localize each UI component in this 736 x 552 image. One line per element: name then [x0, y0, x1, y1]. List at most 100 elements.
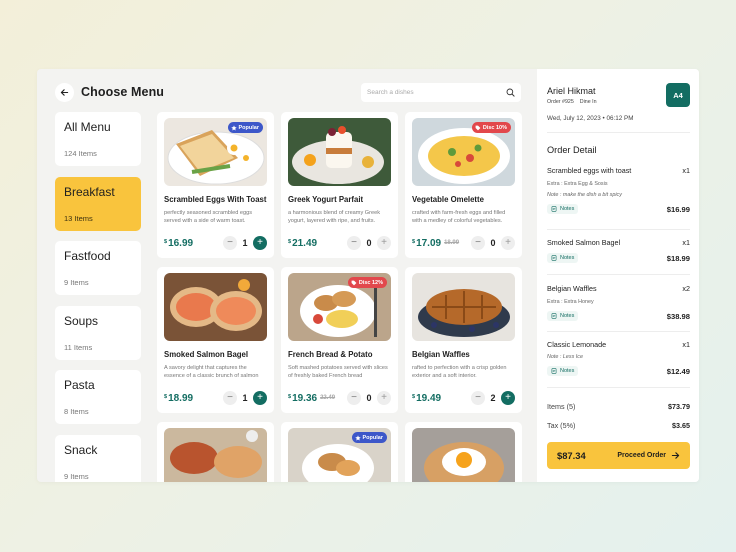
- parfait-image-icon: [292, 126, 384, 184]
- arrow-left-icon: [60, 89, 69, 96]
- card-footer: $19.36 22.49 − 0 +: [288, 390, 391, 406]
- dish-price: $17.09 18.99: [412, 238, 459, 249]
- dish-image: Popular: [288, 428, 391, 482]
- order-item: Smoked Salmon Bagel x1 Notes $18.99: [547, 238, 690, 263]
- price-value: 21.49: [292, 237, 318, 249]
- menu-card[interactable]: Smoked Salmon Bagel A savory delight tha…: [157, 267, 274, 413]
- order-item-footer: Notes $38.98: [547, 311, 690, 321]
- dish-description: A savory delight that captures the essen…: [164, 365, 259, 379]
- order-item-price: $18.99: [666, 253, 690, 263]
- card-footer: $16.99 − 1 +: [164, 235, 267, 251]
- order-item-extra: Extra : Extra Honey: [547, 299, 594, 305]
- minus-icon: −: [351, 237, 357, 248]
- notes-label: Notes: [560, 206, 575, 212]
- notes-button[interactable]: Notes: [547, 311, 579, 321]
- notes-label: Notes: [560, 255, 575, 261]
- badge-label: Popular: [362, 434, 383, 441]
- search-input[interactable]: [367, 89, 506, 96]
- order-item-name: Smoked Salmon Bagel: [547, 238, 621, 247]
- plus-button[interactable]: +: [377, 391, 391, 405]
- category-count: 9 Items: [64, 278, 89, 287]
- currency-symbol: $: [412, 393, 416, 400]
- category-all-menu[interactable]: All Menu 124 Items: [55, 112, 141, 166]
- order-meta: Order #925 Dine In: [547, 99, 597, 105]
- badge-label: Popular: [238, 124, 259, 131]
- dish-name: French Bread & Potato: [288, 350, 373, 359]
- popular-badge: Popular: [227, 122, 263, 133]
- quantity-value: 2: [490, 393, 496, 403]
- minus-button[interactable]: −: [223, 236, 237, 250]
- order-item-price: $16.99: [666, 204, 690, 214]
- dish-description: perfectly seasoned scrambled eggs served…: [164, 210, 252, 224]
- sandwich-image-icon: [170, 430, 262, 478]
- category-pasta[interactable]: Pasta 8 Items: [55, 370, 141, 424]
- tag-icon: [475, 125, 481, 130]
- order-panel: Ariel Hikmat Order #925 Dine In A4 Wed, J…: [537, 69, 699, 482]
- quantity-value: 0: [366, 393, 372, 403]
- category-fastfood[interactable]: Fastfood 9 Items: [55, 241, 141, 295]
- plus-button[interactable]: +: [501, 391, 515, 405]
- category-name: Snack: [64, 442, 98, 457]
- minus-button[interactable]: −: [471, 236, 485, 250]
- price-value: 19.36: [292, 392, 318, 404]
- notes-button[interactable]: Notes: [547, 366, 579, 376]
- menu-card[interactable]: Disc 10% Vegetable Omelette crafted with…: [405, 112, 522, 258]
- avatar[interactable]: A4: [666, 83, 690, 107]
- minus-button[interactable]: −: [347, 236, 361, 250]
- dish-image: [288, 118, 391, 186]
- plus-icon: +: [505, 237, 511, 248]
- order-item-qty: x1: [682, 166, 690, 175]
- discount-badge: Disc 10%: [471, 122, 511, 133]
- grand-total: $87.34: [557, 450, 586, 461]
- items-label: Items (5): [547, 402, 576, 411]
- plus-button[interactable]: +: [377, 236, 391, 250]
- page-title: Choose Menu: [81, 85, 165, 99]
- items-summary-row: Items (5) $73.79: [547, 402, 690, 411]
- category-count: 13 Items: [64, 213, 93, 223]
- minus-button[interactable]: −: [471, 391, 485, 405]
- badge-label: Disc 12%: [358, 279, 383, 286]
- category-name: Fastfood: [64, 249, 111, 263]
- currency-symbol: $: [288, 238, 292, 245]
- menu-card[interactable]: Disc 12% French Bread & Potato Soft mash…: [281, 267, 398, 413]
- category-soups[interactable]: Soups 11 Items: [55, 305, 141, 360]
- plus-button[interactable]: +: [253, 236, 267, 250]
- dish-name: Greek Yogurt Parfait: [288, 195, 364, 204]
- dish-description: crafted with farm-fresh eggs and filled …: [412, 210, 506, 224]
- search-icon[interactable]: [506, 88, 515, 97]
- menu-card[interactable]: [405, 422, 522, 482]
- plus-icon: +: [381, 392, 387, 403]
- card-footer: $21.49 − 0 +: [288, 235, 391, 251]
- dish-image: Disc 10%: [412, 118, 515, 186]
- notes-button[interactable]: Notes: [547, 253, 579, 263]
- minus-button[interactable]: −: [347, 391, 361, 405]
- price-value: 19.49: [416, 392, 442, 404]
- divider: [547, 132, 690, 133]
- order-item-name: Scrambled eggs with toast: [547, 166, 632, 175]
- menu-card[interactable]: Popular Scrambled Eggs With Toast perfec…: [157, 112, 274, 258]
- back-button[interactable]: [55, 83, 74, 102]
- order-item-note: Note : make the dish a bit spicy: [547, 192, 622, 198]
- search-box[interactable]: [361, 83, 521, 102]
- dish-name: Smoked Salmon Bagel: [164, 350, 249, 359]
- quantity-stepper: − 0 +: [347, 236, 391, 250]
- egg-toast-image-icon: [424, 442, 504, 482]
- menu-card[interactable]: [157, 422, 274, 482]
- order-item-price: $38.98: [666, 311, 690, 321]
- menu-card[interactable]: Popular: [281, 422, 398, 482]
- currency-symbol: $: [288, 393, 292, 400]
- order-item-note: Note : Less Ice: [547, 354, 583, 360]
- proceed-order-button[interactable]: $87.34 Proceed Order: [547, 442, 690, 469]
- plus-button[interactable]: +: [501, 236, 515, 250]
- category-snack[interactable]: Snack 9 Items: [55, 434, 141, 482]
- old-price: 18.99: [444, 240, 460, 246]
- dish-image: [412, 428, 515, 482]
- order-item: Classic Lemonade x1 Note : Less Ice Note…: [547, 340, 690, 376]
- minus-button[interactable]: −: [223, 391, 237, 405]
- menu-card[interactable]: Greek Yogurt Parfait a harmonious blend …: [281, 112, 398, 258]
- divider: [547, 229, 690, 230]
- plus-button[interactable]: +: [253, 391, 267, 405]
- category-breakfast[interactable]: Breakfast 13 Items: [55, 176, 141, 231]
- notes-button[interactable]: Notes: [547, 204, 579, 214]
- menu-card[interactable]: Belgian Waffles rafted to perfection wit…: [405, 267, 522, 413]
